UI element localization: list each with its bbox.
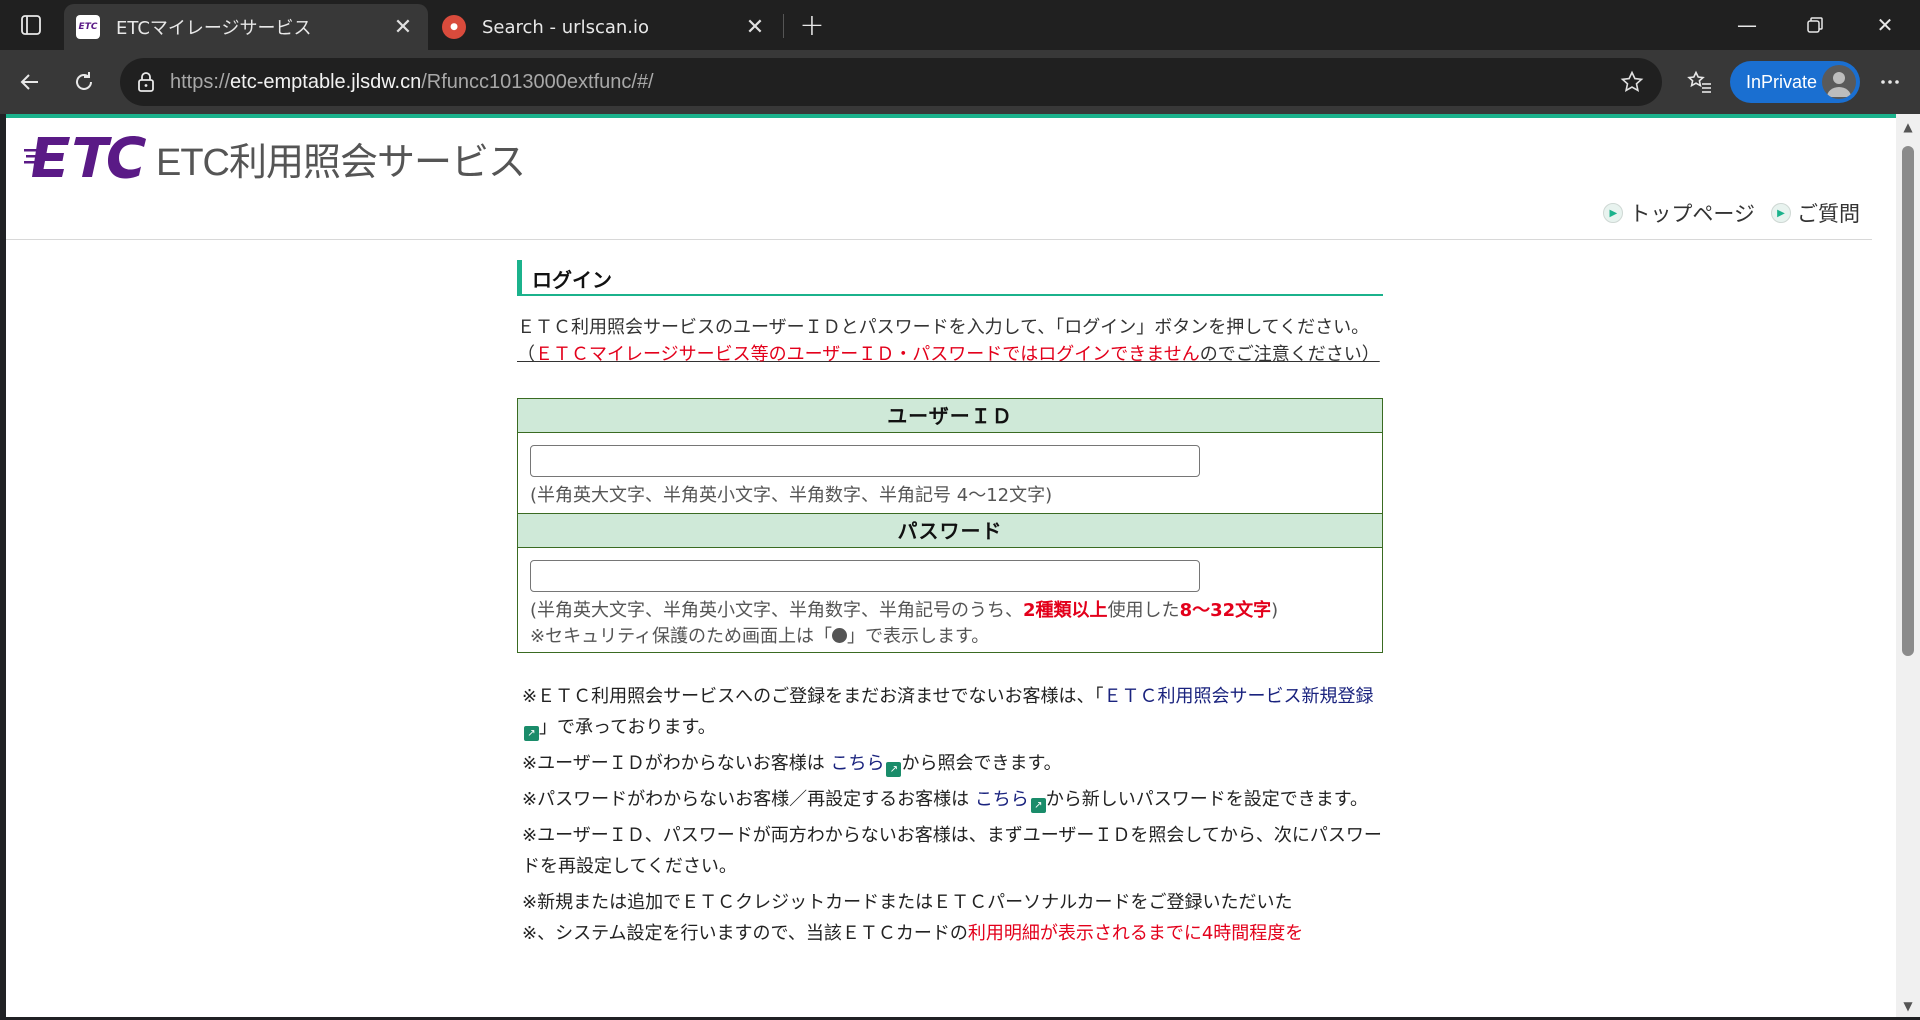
url-host: etc-emptable.jlsdw.cn: [230, 70, 422, 93]
page-scrollbar[interactable]: ▲ ▼: [1896, 114, 1920, 1017]
note-part: 」で表示します。: [847, 626, 990, 647]
password-input[interactable]: [530, 560, 1200, 592]
faq-link-label: ご質問: [1797, 202, 1860, 226]
hint-part: ): [1271, 600, 1279, 621]
restore-icon[interactable]: [1792, 8, 1838, 42]
tab-etc[interactable]: ETC ETCマイレージサービス ✕: [64, 4, 428, 50]
note-text: 」で承っております。: [539, 717, 716, 738]
hint-part: 使用した: [1107, 600, 1180, 621]
site-header: ETC利用照会サービス ▶ トップページ ▶ ご質問: [6, 118, 1872, 240]
page-viewport: ETC利用照会サービス ▶ トップページ ▶ ご質問 ログイン ＥＴＣ利用照会サ…: [6, 114, 1896, 1017]
profile-avatar-icon: [1822, 65, 1856, 99]
lock-icon[interactable]: [134, 70, 158, 94]
note-register: ※ＥＴＣ利用照会サービスへのご登録をまだお済ませでないお客様は、「ＥＴＣ利用照会…: [522, 681, 1383, 743]
tab-actions-icon[interactable]: [14, 10, 48, 40]
warning-red-text: ＥＴＣマイレージサービス等のユーザーＩＤ・パスワードではログインできません: [535, 344, 1200, 365]
url-scheme: https://: [170, 70, 231, 93]
new-tab-plus-icon[interactable]: +: [795, 8, 829, 43]
close-window-icon[interactable]: ✕: [1862, 8, 1908, 42]
logo-text: ETC利用照会サービス: [156, 141, 526, 184]
inprivate-button[interactable]: InPrivate: [1730, 61, 1860, 103]
hint-part: (半角英大文字、半角英小文字、半角数字、半角記号のうち、: [530, 600, 1024, 621]
note-text: ※、システム設定を行いますので、当該ＥＴＣカードの: [522, 923, 968, 944]
note-new-card: ※新規または追加でＥＴＣクレジットカードまたはＥＴＣパーソナルカードをご登録いた…: [522, 892, 1293, 913]
login-form: ユーザーＩＤ (半角英大文字、半角英小文字、半角数字、半角記号 4〜12文字) …: [517, 398, 1383, 653]
top-page-link-label: トップページ: [1629, 202, 1755, 226]
user-id-label: ユーザーＩＤ: [518, 399, 1382, 433]
scroll-up-icon[interactable]: ▲: [1901, 120, 1915, 134]
login-notes: ※ＥＴＣ利用照会サービスへのご登録をまだお済ませでないお客様は、「ＥＴＣ利用照会…: [517, 681, 1383, 949]
forgot-id-link[interactable]: こちら: [830, 753, 884, 774]
login-title: ログイン: [517, 260, 1383, 296]
favorites-list-icon[interactable]: [1680, 62, 1720, 102]
external-link-icon: ↗: [524, 726, 539, 741]
top-page-link[interactable]: ▶ トップページ: [1603, 198, 1755, 228]
note-forgot-password: ※パスワードがわからないお客様／再設定するお客様は こちら ↗ から新しいパスワード…: [522, 784, 1383, 815]
note-forgot-id: ※ユーザーＩＤがわからないお客様は こちら ↗ から照会できます。: [522, 748, 1383, 779]
login-intro: ＥＴＣ利用照会サービスのユーザーＩＤとパスワードを入力して、「ログイン」ボタンを…: [517, 314, 1383, 368]
login-content: ログイン ＥＴＣ利用照会サービスのユーザーＩＤとパスワードを入力して、「ログイン…: [517, 260, 1383, 954]
reload-icon[interactable]: [64, 62, 104, 102]
url-path: /Rfuncc1013000extfunc/#/: [421, 70, 654, 93]
hint-red-length: 8〜32文字: [1179, 600, 1272, 621]
user-id-hint: (半角英大文字、半角英小文字、半角数字、半角記号 4〜12文字): [530, 485, 1053, 506]
faq-link[interactable]: ▶ ご質問: [1771, 198, 1860, 228]
favorite-star-icon[interactable]: [1618, 68, 1646, 96]
note-text: ※ＥＴＣ利用照会サービスへのご登録をまだお済ませでないお客様は、「: [522, 686, 1104, 707]
browser-toolbar: https://etc-emptable.jlsdw.cn/Rfuncc1013…: [0, 50, 1920, 114]
etc-logo-icon: [24, 136, 146, 179]
user-id-row: (半角英大文字、半角英小文字、半角数字、半角記号 4〜12文字): [518, 433, 1382, 514]
external-link-icon: ↗: [1030, 798, 1046, 813]
note-text: ※パスワードがわからないお客様／再設定するお客様は: [522, 789, 975, 810]
arrow-bullet-icon: ▶: [1603, 203, 1624, 223]
mask-dot-icon: [832, 628, 848, 643]
scroll-thumb[interactable]: [1902, 146, 1914, 656]
login-warning: （ＥＴＣマイレージサービス等のユーザーＩＤ・パスワードではログインできませんので…: [517, 341, 1383, 368]
note-text: ※ユーザーＩＤがわからないお客様は: [522, 753, 831, 774]
password-mask-note: ※セキュリティ保護のため画面上は「 」で表示します。: [530, 624, 1370, 650]
scroll-down-icon[interactable]: ▼: [1901, 999, 1915, 1013]
back-arrow-icon[interactable]: [10, 62, 50, 102]
password-hint: (半角英大文字、半角英小文字、半角数字、半角記号のうち、2種類以上使用した8〜3…: [530, 598, 1370, 624]
site-logo[interactable]: ETC利用照会サービス: [24, 128, 526, 188]
tab-title: ETCマイレージサービス: [116, 18, 312, 39]
inprivate-label: InPrivate: [1746, 71, 1818, 92]
password-label: パスワード: [518, 514, 1382, 548]
tab-close-icon[interactable]: ✕: [740, 12, 770, 42]
user-id-input[interactable]: [530, 445, 1200, 477]
note-text: から照会できます。: [901, 753, 1062, 774]
note-system-setting: ※、システム設定を行いますので、当該ＥＴＣカードの利用明細が表示されるまでに4時…: [522, 918, 1383, 949]
forgot-password-link[interactable]: こちら: [975, 789, 1029, 810]
arrow-bullet-icon: ▶: [1771, 203, 1791, 223]
minimize-icon[interactable]: —: [1724, 8, 1770, 42]
tab-title: Search - urlscan.io: [482, 16, 650, 38]
header-links: ▶ トップページ ▶ ご質問: [1603, 198, 1860, 228]
note-part: ※セキュリティ保護のため画面上は「: [530, 626, 833, 647]
tab-close-icon[interactable]: ✕: [388, 12, 418, 42]
urlscan-favicon-icon: ●: [442, 15, 466, 39]
tab-urlscan[interactable]: ● Search - urlscan.io ✕: [430, 4, 780, 50]
tab-bar: ETC ETCマイレージサービス ✕ ● Search - urlscan.io…: [0, 0, 1920, 50]
address-bar[interactable]: https://etc-emptable.jlsdw.cn/Rfuncc1013…: [120, 58, 1662, 106]
intro-text: ＥＴＣ利用照会サービスのユーザーＩＤとパスワードを入力して、「ログイン」ボタンを…: [517, 317, 1370, 338]
etc-favicon-icon: ETC: [76, 15, 100, 39]
note-text: から新しいパスワードを設定できます。: [1045, 789, 1369, 810]
note-both-forgotten: ※ユーザーＩＤ、パスワードが両方わからないお客様は、まずユーザーＩＤを照会してか…: [522, 825, 1382, 877]
password-row: (半角英大文字、半角英小文字、半角数字、半角記号のうち、2種類以上使用した8〜3…: [518, 548, 1382, 652]
tab-divider: [783, 14, 784, 38]
register-link[interactable]: ＥＴＣ利用照会サービス新規登録: [1104, 686, 1374, 707]
hint-red-kinds: 2種類以上: [1023, 600, 1108, 621]
note-red-text: 利用明細が表示されるまでに4時間程度を: [967, 923, 1304, 944]
more-menu-icon[interactable]: [1870, 62, 1910, 102]
warning-open: （: [517, 344, 535, 365]
warning-rest-text: のでご注意ください）: [1199, 344, 1380, 365]
external-link-icon: ↗: [886, 762, 902, 777]
url-text: https://etc-emptable.jlsdw.cn/Rfuncc1013…: [170, 71, 654, 94]
